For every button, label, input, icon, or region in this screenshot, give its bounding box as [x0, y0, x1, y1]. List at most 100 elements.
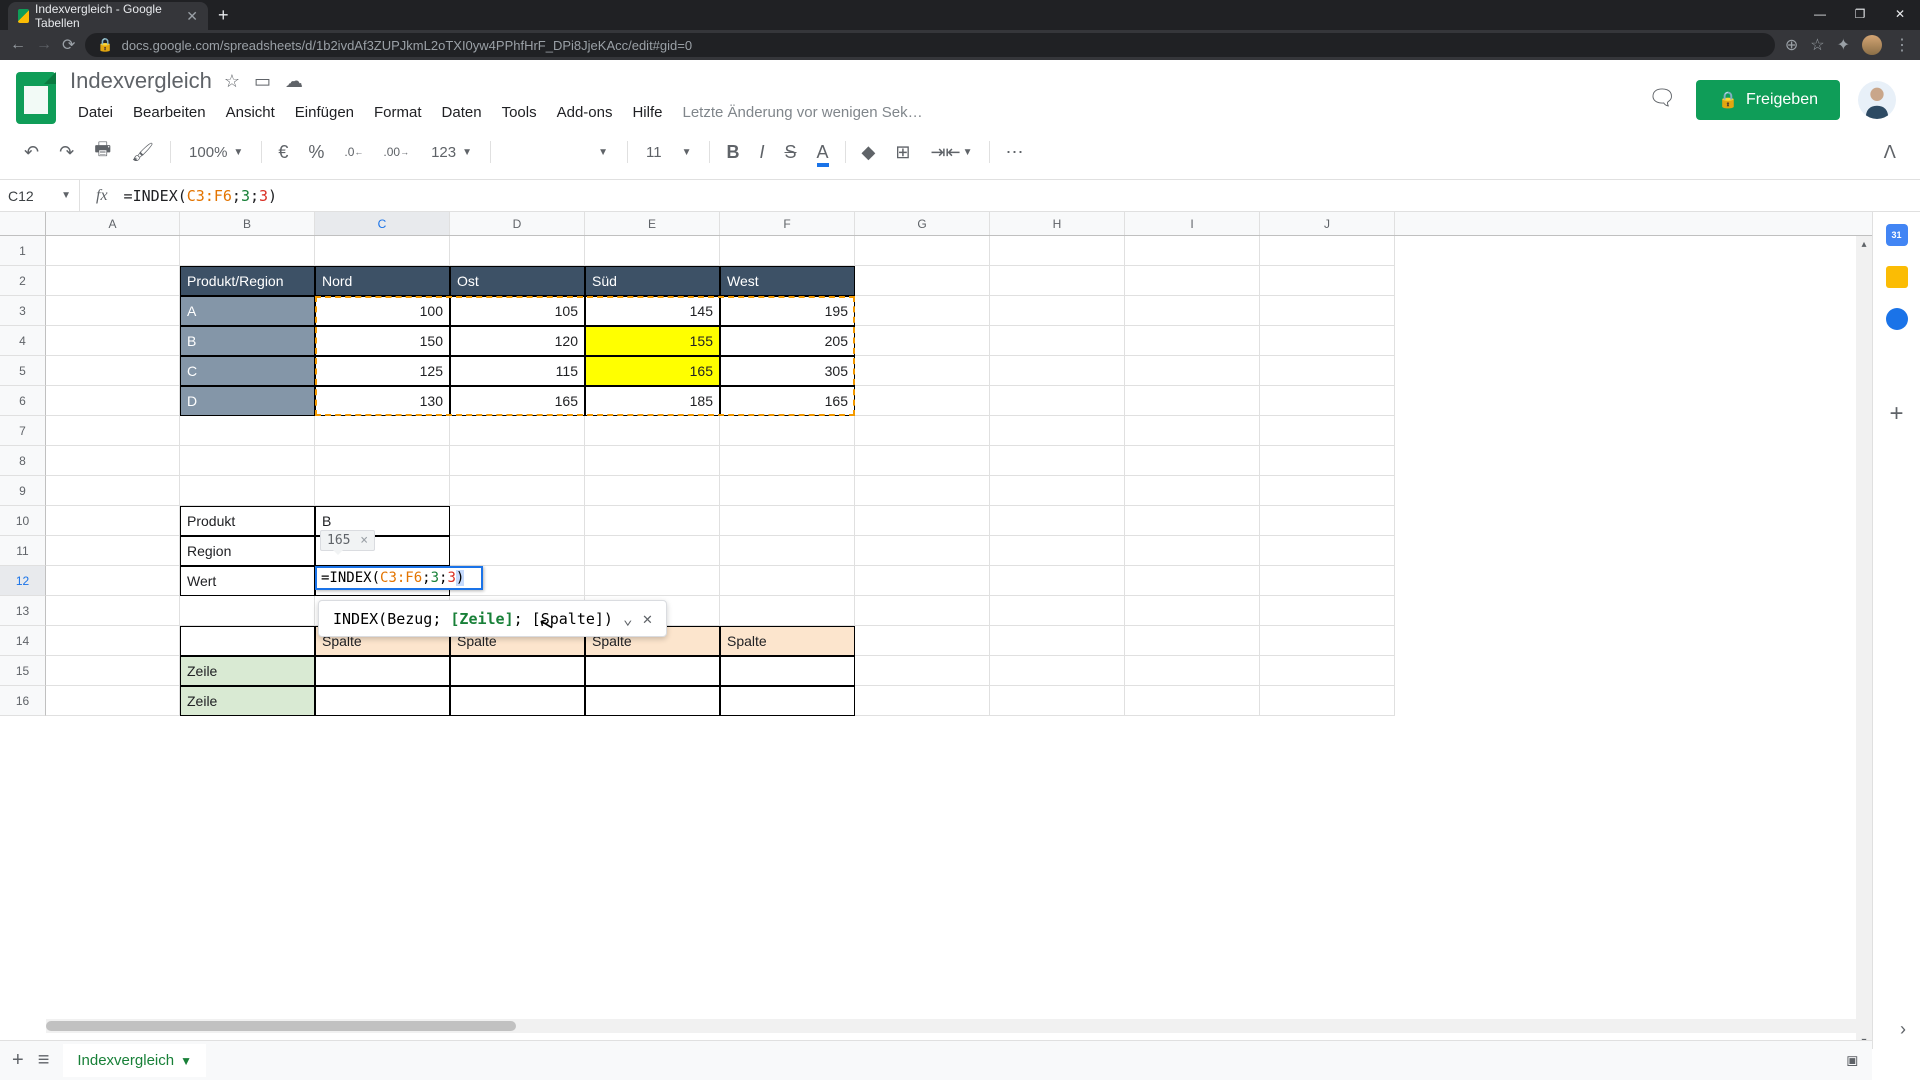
add-sheet-icon[interactable]: + [12, 1049, 24, 1072]
cell[interactable] [180, 626, 315, 656]
cell[interactable] [180, 236, 315, 266]
row-header-16[interactable]: 16 [0, 686, 46, 716]
cell[interactable] [585, 536, 720, 566]
cell[interactable]: Wert [180, 566, 315, 596]
cell[interactable] [990, 626, 1125, 656]
scroll-up-icon[interactable]: ▴ [1856, 236, 1872, 252]
close-preview-icon[interactable]: × [352, 533, 368, 548]
doc-title[interactable]: Indexvergleich [70, 68, 212, 94]
cell[interactable] [46, 506, 180, 536]
cell[interactable] [855, 356, 990, 386]
cell[interactable] [585, 446, 720, 476]
cell[interactable]: Produkt/Region [180, 266, 315, 296]
cell[interactable] [855, 446, 990, 476]
cell[interactable] [855, 596, 990, 626]
col-header-I[interactable]: I [1125, 212, 1260, 235]
undo-icon[interactable]: ↶ [16, 136, 47, 169]
row-header-2[interactable]: 2 [0, 266, 46, 296]
cell[interactable] [990, 326, 1125, 356]
menu-bearbeiten[interactable]: Bearbeiten [125, 100, 214, 125]
cell[interactable] [450, 446, 585, 476]
cell[interactable] [720, 596, 855, 626]
account-avatar[interactable] [1858, 81, 1896, 119]
window-close[interactable]: ✕ [1880, 0, 1920, 28]
cell[interactable] [1125, 506, 1260, 536]
cell[interactable] [46, 566, 180, 596]
decrease-decimal-button[interactable]: .0← [336, 139, 371, 165]
zoom-select[interactable]: 100%▼ [179, 138, 253, 167]
cell[interactable] [1260, 296, 1395, 326]
col-header-B[interactable]: B [180, 212, 315, 235]
cell[interactable] [1260, 326, 1395, 356]
cell[interactable] [990, 356, 1125, 386]
row-header-4[interactable]: 4 [0, 326, 46, 356]
cell[interactable] [1125, 236, 1260, 266]
row-header-3[interactable]: 3 [0, 296, 46, 326]
cell[interactable] [990, 506, 1125, 536]
menu-datei[interactable]: Datei [70, 100, 121, 125]
chevron-down-icon[interactable]: ▼ [180, 1054, 192, 1068]
cell[interactable] [46, 686, 180, 716]
row-header-5[interactable]: 5 [0, 356, 46, 386]
cell[interactable]: 105 [450, 296, 585, 326]
cell[interactable] [315, 416, 450, 446]
cell[interactable] [46, 266, 180, 296]
cell[interactable] [1260, 446, 1395, 476]
window-maximize[interactable]: ❐ [1840, 0, 1880, 28]
cell[interactable] [990, 296, 1125, 326]
cell[interactable] [1260, 626, 1395, 656]
vertical-scrollbar[interactable]: ▴ ▾ [1856, 236, 1872, 1049]
cell[interactable] [1125, 536, 1260, 566]
cell[interactable] [1260, 386, 1395, 416]
cell[interactable] [990, 536, 1125, 566]
row-header-11[interactable]: 11 [0, 536, 46, 566]
cell[interactable] [1260, 236, 1395, 266]
cell[interactable]: 100 [315, 296, 450, 326]
cell[interactable] [1260, 686, 1395, 716]
cell[interactable] [180, 596, 315, 626]
cell[interactable] [46, 446, 180, 476]
cell[interactable] [990, 476, 1125, 506]
collapse-toolbar-icon[interactable]: ᐱ [1876, 136, 1904, 169]
sheets-logo-icon[interactable] [16, 72, 56, 124]
cell[interactable] [180, 476, 315, 506]
cell[interactable] [855, 626, 990, 656]
cell[interactable]: Zeile [180, 686, 315, 716]
name-box[interactable]: C12 ▼ [0, 180, 80, 211]
cell[interactable] [585, 566, 720, 596]
cell[interactable]: Produkt [180, 506, 315, 536]
tasks-icon[interactable] [1886, 308, 1908, 330]
cell[interactable] [315, 236, 450, 266]
cell[interactable]: Zeile [180, 656, 315, 686]
cell[interactable] [46, 386, 180, 416]
cell[interactable] [450, 536, 585, 566]
cell[interactable] [720, 686, 855, 716]
cell[interactable] [1260, 476, 1395, 506]
cell[interactable] [855, 416, 990, 446]
col-header-J[interactable]: J [1260, 212, 1395, 235]
tab-close-icon[interactable]: ✕ [186, 8, 198, 25]
cell[interactable] [1260, 656, 1395, 686]
cell[interactable] [46, 296, 180, 326]
menu-daten[interactable]: Daten [434, 100, 490, 125]
cell[interactable] [855, 536, 990, 566]
extensions-icon[interactable]: ✦ [1837, 35, 1850, 55]
cell[interactable] [315, 686, 450, 716]
col-header-H[interactable]: H [990, 212, 1125, 235]
cell[interactable] [1125, 476, 1260, 506]
cell[interactable]: 165 [450, 386, 585, 416]
star-icon[interactable]: ☆ [224, 71, 240, 92]
font-size-select[interactable]: 11▼ [636, 138, 701, 167]
cell[interactable] [180, 446, 315, 476]
row-header-7[interactable]: 7 [0, 416, 46, 446]
cell[interactable] [450, 236, 585, 266]
col-header-D[interactable]: D [450, 212, 585, 235]
percent-button[interactable]: % [300, 136, 332, 169]
currency-button[interactable]: € [270, 136, 296, 169]
cell[interactable] [1260, 416, 1395, 446]
cell[interactable]: Region [180, 536, 315, 566]
cell[interactable]: 205 [720, 326, 855, 356]
explore-icon[interactable]: ◈ [1841, 1048, 1866, 1073]
cell[interactable]: 115 [450, 356, 585, 386]
cell[interactable]: C [180, 356, 315, 386]
